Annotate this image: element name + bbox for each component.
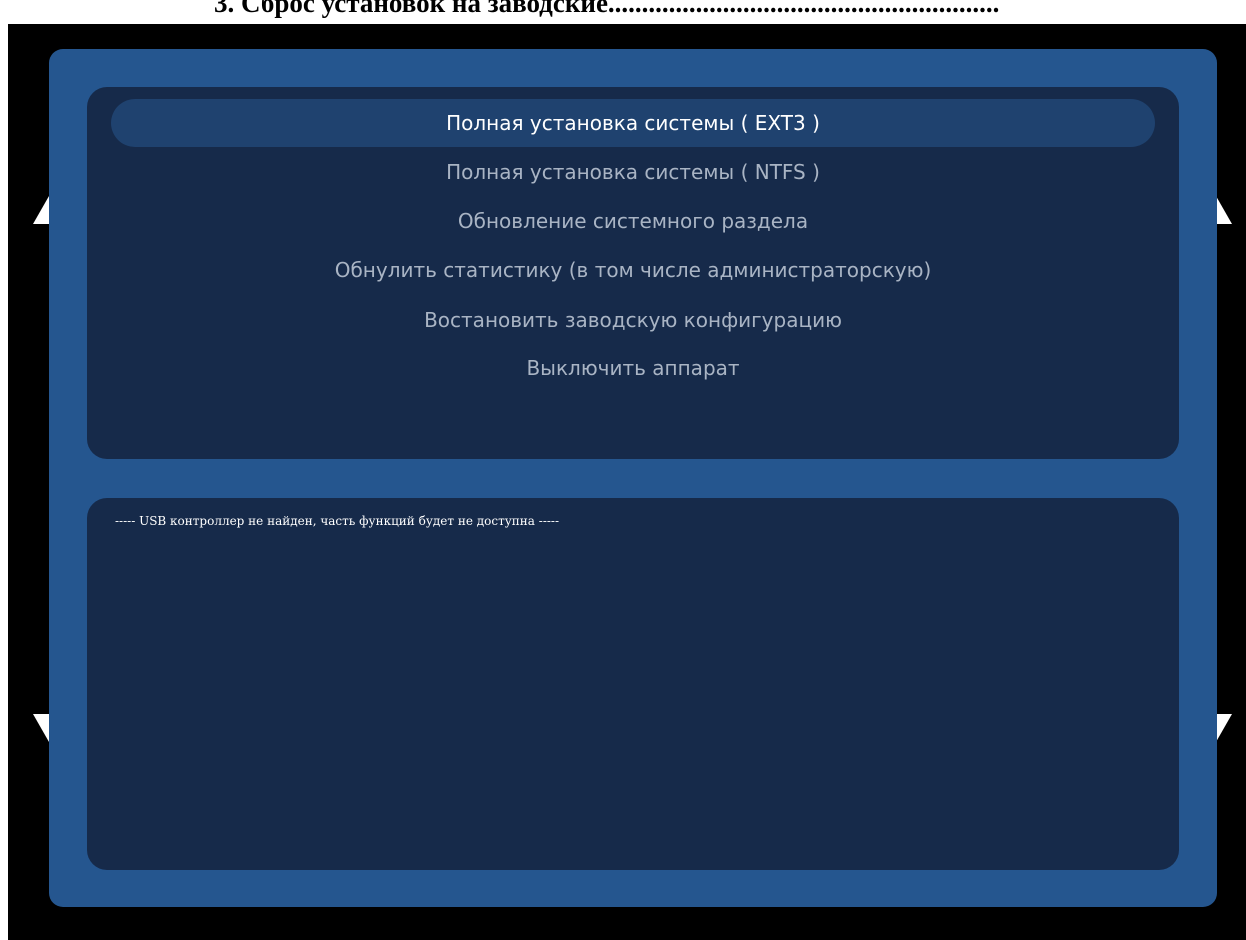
document-heading: 3. Сброс установок на заводские.........… <box>0 0 1246 24</box>
menu-item-reset-statistics[interactable]: Обнулить статистику (в том числе админис… <box>111 246 1155 294</box>
menu-item-restore-factory-config[interactable]: Востановить заводскую конфигурацию <box>111 296 1155 344</box>
installer-screen: Полная установка системы ( EXT3 ) Полная… <box>8 24 1246 940</box>
menu-panel: Полная установка системы ( EXT3 ) Полная… <box>87 87 1179 459</box>
installer-frame: Полная установка системы ( EXT3 ) Полная… <box>49 49 1217 907</box>
menu-item-update-system-partition[interactable]: Обновление системного раздела <box>111 197 1155 245</box>
log-panel: ----- USB контроллер не найден, часть фу… <box>87 498 1179 870</box>
menu-item-power-off[interactable]: Выключить аппарат <box>111 344 1155 392</box>
menu-item-full-install-ext3[interactable]: Полная установка системы ( EXT3 ) <box>111 99 1155 147</box>
document-heading-text: 3. Сброс установок на заводские.........… <box>214 0 1000 18</box>
menu-item-full-install-ntfs[interactable]: Полная установка системы ( NTFS ) <box>111 148 1155 196</box>
log-line: ----- USB контроллер не найден, часть фу… <box>115 514 560 528</box>
